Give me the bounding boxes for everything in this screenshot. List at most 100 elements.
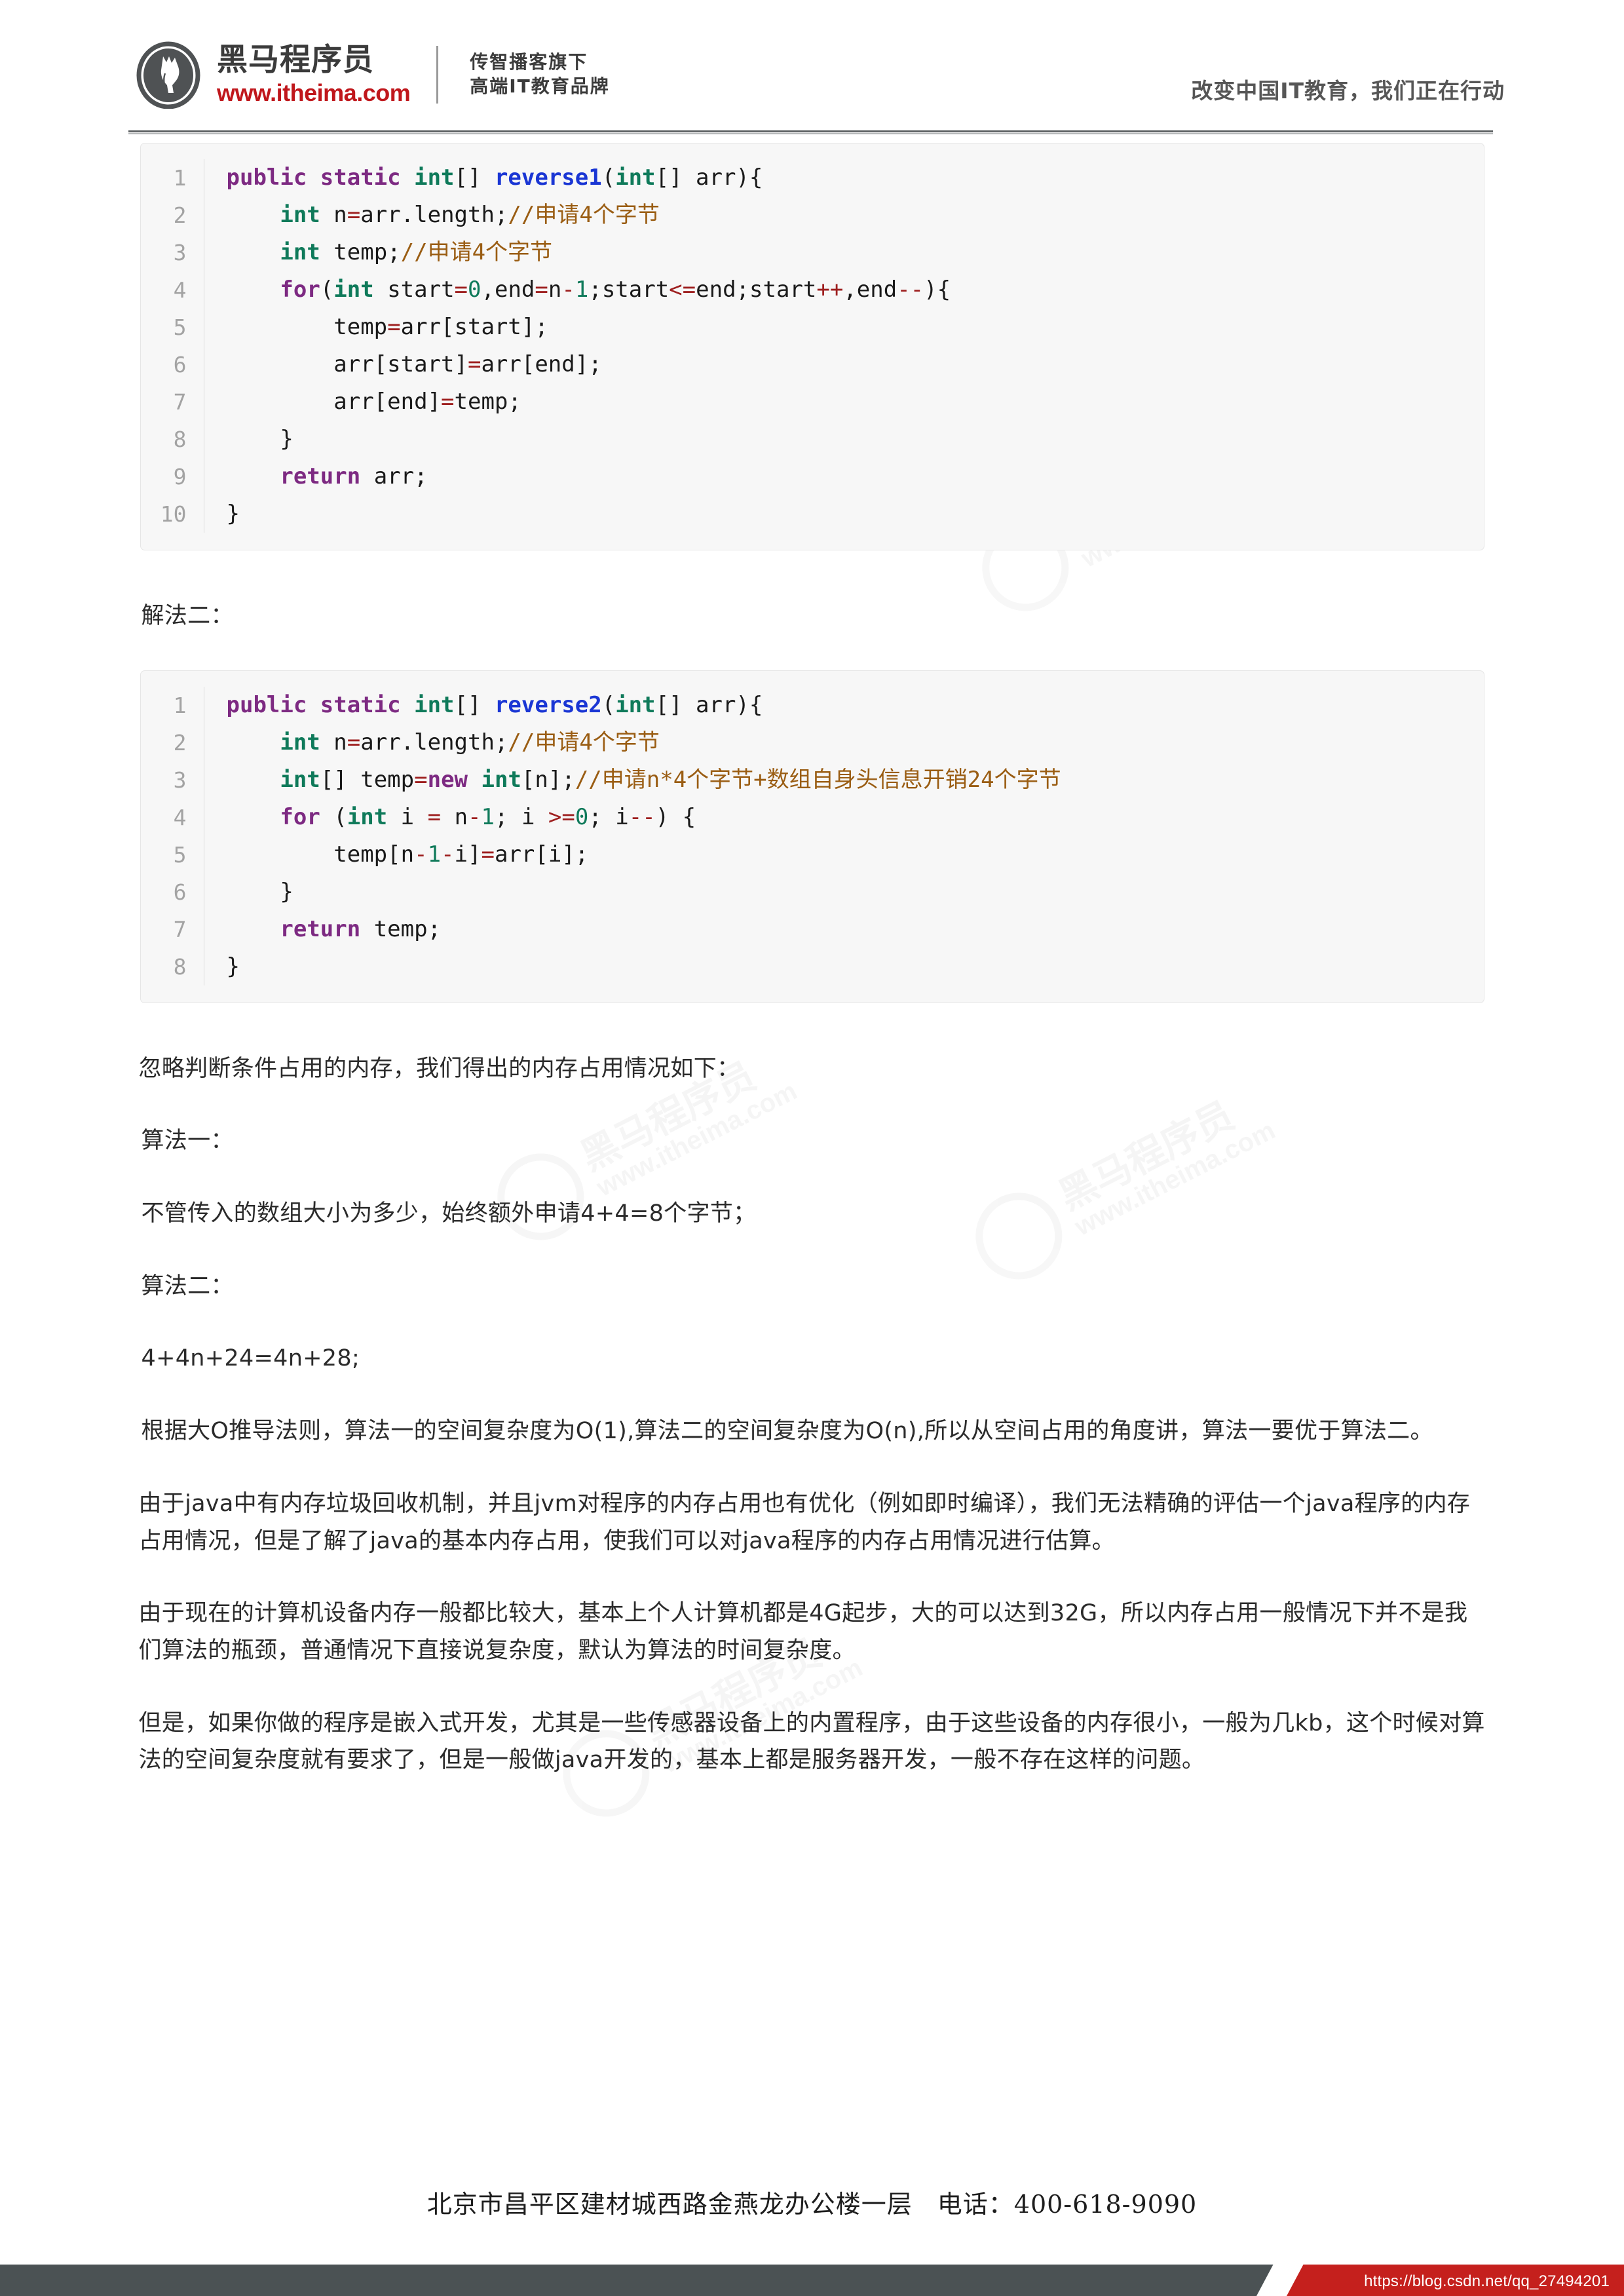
code-token: //申请4个字节: [508, 202, 660, 228]
brand-tagline-line-2: 高端IT教育品牌: [470, 75, 610, 97]
paragraph-algorithm-two: 4+4n+24=4n+28;: [141, 1345, 360, 1372]
label-solution-two: 解法二：: [141, 603, 234, 629]
code-token: int: [481, 766, 521, 793]
paragraph-intro: 忽略判断条件占用的内存，我们得出的内存占用情况如下：: [138, 1055, 740, 1082]
paragraph-gc: 由于java中有内存垃圾回收机制，并且jvm对程序的内存占用也有优化（例如即时编…: [138, 1490, 1471, 1554]
code-token: =: [414, 766, 428, 793]
code-token: new: [427, 766, 468, 793]
code-block-reverse2: 1 public static int[] reverse2(int[] arr)…: [140, 670, 1484, 1003]
code-line-text: int n=arr.length;//申请4个字节: [204, 197, 1484, 234]
brand-name-cn: 黑马程序员: [217, 42, 374, 78]
code-line-number: 7: [173, 916, 187, 942]
code-token: =: [441, 389, 455, 415]
code-token: 0: [468, 277, 482, 303]
code-token: for: [280, 277, 320, 303]
code-line-number: 2: [173, 202, 187, 228]
code-line: 3 int[] temp=new int[n];//申请n*4个字节+数组自身头…: [141, 761, 1484, 799]
code-token: =: [427, 803, 442, 830]
code-token: arr.length;: [360, 202, 508, 228]
code-line: 4 for (int i = n-1; i >=0; i--) {: [141, 798, 1484, 836]
brand-tagline: 传智播客旗下 高端IT教育品牌: [470, 50, 610, 99]
code-token: start: [373, 277, 455, 303]
code-line-number: 8: [173, 427, 187, 452]
code-token: arr;: [360, 463, 428, 489]
code-token: =: [467, 351, 482, 377]
code-line-number: 9: [173, 464, 187, 489]
code-token: ++: [816, 277, 844, 303]
code-line-text: }: [204, 495, 1484, 533]
code-token: ; i: [588, 803, 629, 830]
code-token: int: [414, 164, 455, 191]
code-token: 1: [427, 841, 442, 868]
corner-ribbon: https://blog.csdn.net/qq_27494201: [0, 2245, 1624, 2296]
code-line: 8}: [141, 947, 1484, 985]
code-line-text: temp=arr[start];: [204, 309, 1484, 346]
code-token: temp: [226, 314, 388, 340]
code-line-text: public static int[] reverse2(int[] arr){: [204, 687, 1484, 724]
brand-tagline-line-1: 传智播客旗下: [470, 51, 588, 73]
code-token: int: [615, 164, 656, 191]
code-token: for: [280, 803, 320, 830]
code-token: temp[n: [226, 841, 415, 868]
code-token: n: [320, 729, 347, 756]
code-token: int: [280, 202, 320, 228]
code-token: i]: [454, 841, 482, 868]
code-token: int: [280, 729, 320, 756]
brand-lockup: 黑马程序员 www.itheima.com 传智播客旗下 高端IT教育品牌: [134, 41, 610, 109]
code-token: static: [320, 164, 415, 191]
header-slogan: 改变中国IT教育，我们正在行动: [1191, 78, 1505, 104]
code-line-text: }: [204, 873, 1484, 911]
brand-names: 黑马程序员 www.itheima.com: [217, 42, 411, 106]
code-token: }: [226, 426, 293, 452]
code-line-number: 5: [173, 315, 187, 340]
code-token: ) {: [655, 803, 696, 830]
code-line-number: 2: [173, 729, 187, 756]
code-token: int: [347, 803, 388, 830]
code-line-text: int n=arr.length;//申请4个字节: [204, 724, 1484, 761]
code-line-number: 10: [160, 501, 187, 527]
code-token: >=: [548, 803, 575, 830]
code-line: 7 arr[end]=temp;: [141, 383, 1484, 421]
footer: 北京市昌平区建材城西路金燕龙办公楼一层 电话：400-618-9090: [0, 2184, 1624, 2220]
code-token: =: [535, 277, 548, 303]
paragraph-algorithm-one: 不管传入的数组大小为多少，始终额外申请4+4=8个字节；: [141, 1200, 757, 1227]
brand-divider: [436, 46, 439, 104]
document-content: 1 public static int[] reverse1(int[] arr)…: [0, 143, 1624, 1779]
code-token: [n];: [521, 766, 575, 793]
code-token: =: [347, 729, 361, 756]
code-token: return: [280, 463, 361, 489]
code-line-text: int temp;//申请4个字节: [204, 234, 1484, 271]
code-token: ,end: [843, 277, 897, 303]
code-token: temp;: [360, 915, 442, 942]
code-line-text: return temp;: [204, 911, 1484, 948]
paragraph-embedded: 但是，如果你做的程序是嵌入式开发，尤其是一些传感器设备上的内置程序，由于这些设备…: [138, 1710, 1485, 1774]
paragraph-memory: 由于现在的计算机设备内存一般都比较大，基本上个人计算机都是4G起步，大的可以达到…: [138, 1600, 1468, 1664]
code-token: int: [280, 239, 320, 265]
code-line-text: int[] temp=new int[n];//申请n*4个字节+数组自身头信息…: [204, 761, 1484, 799]
code-line-text: arr[start]=arr[end];: [204, 346, 1484, 383]
code-token: -: [414, 841, 428, 868]
code-line-number: 8: [173, 953, 187, 980]
code-line-text: temp[n-1-i]=arr[i];: [204, 836, 1484, 873]
code-block-reverse1: 1 public static int[] reverse1(int[] arr)…: [140, 143, 1484, 550]
brand-website: www.itheima.com: [217, 79, 411, 106]
page-header: 黑马程序员 www.itheima.com 传智播客旗下 高端IT教育品牌 改变…: [0, 0, 1624, 134]
code-token: =: [387, 314, 401, 340]
code-token: temp;: [454, 389, 521, 415]
code-line-number: 1: [173, 692, 187, 718]
code-token: ,end: [481, 277, 535, 303]
code-line: 5 temp[n-1-i]=arr[i];: [141, 835, 1484, 873]
code-line-number: 5: [173, 841, 187, 868]
document-page: 黑马程序员 www.itheima.com 传智播客旗下 高端IT教育品牌 改变…: [0, 0, 1624, 2296]
code-token: =: [454, 277, 468, 303]
code-token: =: [481, 841, 495, 868]
label-algorithm-two: 算法二：: [141, 1272, 234, 1299]
code-token: [] arr){: [655, 164, 763, 191]
code-token: public: [226, 164, 320, 191]
code-token: int: [280, 766, 320, 793]
